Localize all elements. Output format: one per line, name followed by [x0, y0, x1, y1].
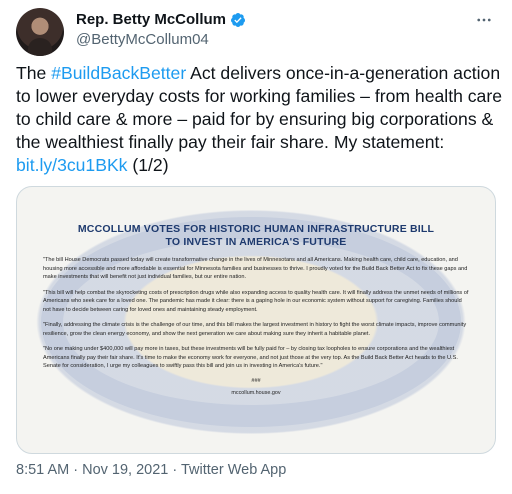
- meta-separator: ·: [69, 462, 83, 478]
- tweet-time[interactable]: 8:51 AM: [16, 462, 69, 478]
- avatar[interactable]: [16, 8, 64, 56]
- press-title-line-1: MCCOLLUM VOTES FOR HISTORIC HUMAN INFRAS…: [77, 223, 435, 235]
- more-dots-icon: [477, 18, 491, 22]
- tweet-date[interactable]: Nov 19, 2021: [82, 462, 168, 478]
- press-paragraph-1: "The bill House Democrats passed today w…: [43, 257, 468, 280]
- tweet-source: Twitter Web App: [180, 462, 287, 478]
- tweet-media-image[interactable]: MCCOLLUM VOTES FOR HISTORIC HUMAN INFRAS…: [16, 186, 496, 454]
- tweet-text-start: The: [16, 63, 52, 83]
- tweet-text-end: (1/2): [127, 155, 169, 175]
- press-paragraph-2: "This bill will help combat the skyrocke…: [43, 289, 469, 313]
- press-title-line-2: TO INVEST IN AMERICA'S FUTURE: [165, 236, 347, 248]
- author-display-name[interactable]: Rep. Betty McCollum: [76, 11, 226, 28]
- press-paragraph-4: "No one making under $400,000 will pay m…: [43, 346, 458, 369]
- hashtag-link[interactable]: #BuildBackBetter: [51, 63, 186, 83]
- press-end-mark: ###: [251, 377, 261, 384]
- meta-separator: ·: [168, 462, 181, 478]
- verified-badge-icon: [231, 12, 246, 27]
- press-release-title: MCCOLLUM VOTES FOR HISTORIC HUMAN INFRAS…: [43, 223, 469, 249]
- tweet-meta: 8:51 AM · Nov 19, 2021 · Twitter Web App: [16, 462, 286, 478]
- more-options-icon[interactable]: [472, 8, 496, 32]
- author-handle[interactable]: @BettyMcCollum04: [76, 31, 209, 48]
- author-name-row: Rep. Betty McCollum: [76, 11, 246, 28]
- tweet-header: Rep. Betty McCollum @BettyMcCollum04: [16, 6, 496, 56]
- press-url: mccollum.house.gov: [231, 389, 281, 396]
- press-paragraph-3: "Finally, addressing the climate crisis …: [43, 322, 467, 337]
- statement-link[interactable]: bit.ly/3cu1BKk: [16, 155, 127, 175]
- press-release: MCCOLLUM VOTES FOR HISTORIC HUMAN INFRAS…: [17, 187, 495, 453]
- tweet-text: The #BuildBackBetter Act delivers once-i…: [16, 62, 506, 177]
